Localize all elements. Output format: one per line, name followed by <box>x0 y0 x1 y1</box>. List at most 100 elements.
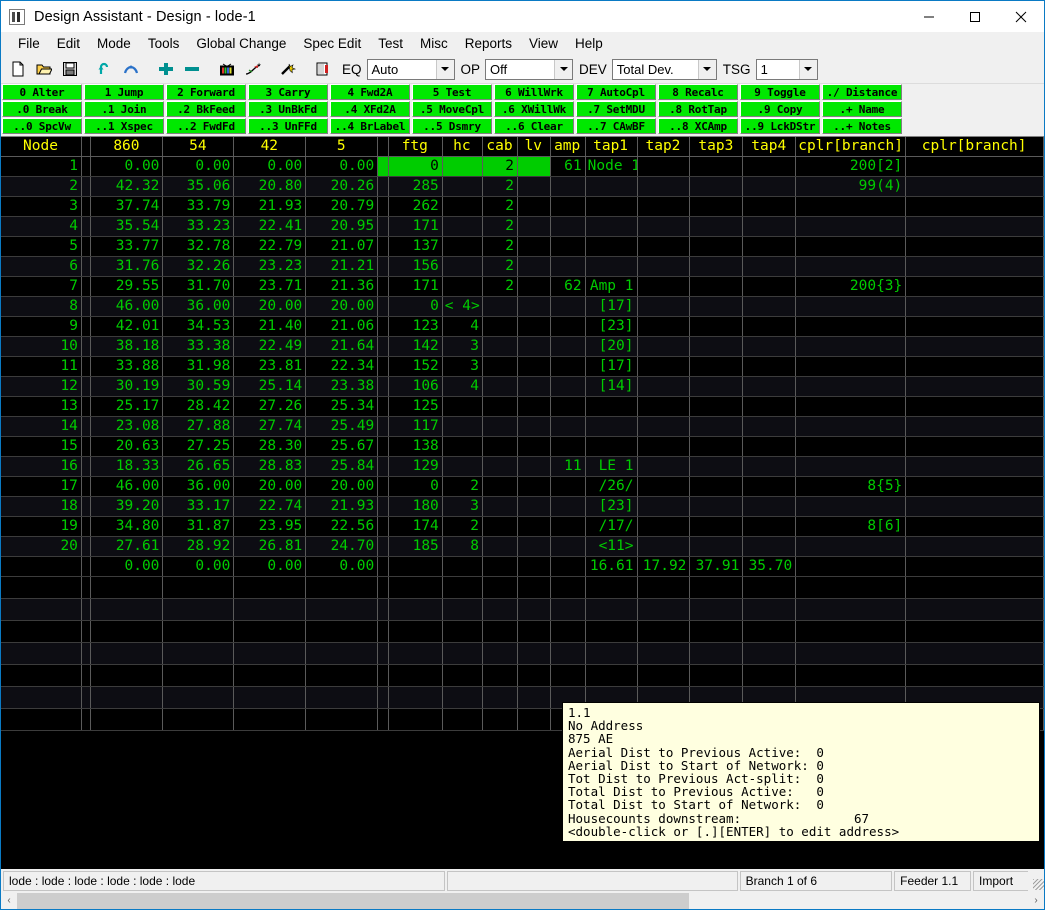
cell-amp[interactable] <box>550 376 586 397</box>
cell-empty[interactable] <box>388 598 443 621</box>
cell-860[interactable]: 0.00 <box>90 556 164 577</box>
cell-cplr2[interactable] <box>905 336 1044 357</box>
table-row[interactable]: 7 29.55 31.70 23.71 21.36 171 2 62 Amp 1 200{3} <box>1 276 1044 297</box>
cell-tap1[interactable] <box>585 396 638 417</box>
cell-860[interactable]: 33.88 <box>90 356 164 377</box>
cell-tap1[interactable]: /26/ <box>585 476 638 497</box>
col-header-cab[interactable]: cab <box>482 137 518 157</box>
cell-empty[interactable] <box>637 577 691 599</box>
cell-tap4[interactable] <box>742 376 797 397</box>
table-row[interactable]: 2 42.32 35.06 20.80 20.26 285 2 99(4) <box>1 176 1044 197</box>
cell-empty[interactable] <box>377 664 389 687</box>
cell-cab[interactable] <box>482 536 518 557</box>
cell-tap2[interactable] <box>637 436 691 457</box>
col-header-tap3[interactable]: tap3 <box>689 137 744 157</box>
cell-42[interactable]: 21.40 <box>233 316 307 337</box>
cell-cplr2[interactable] <box>905 236 1044 257</box>
cell-tap1[interactable]: [17] <box>585 296 638 317</box>
table-row[interactable]: 4 35.54 33.23 22.41 20.95 171 2 <box>1 216 1044 237</box>
cell-tap3[interactable] <box>689 336 744 357</box>
cell-node[interactable] <box>1 556 82 577</box>
cell-lv[interactable] <box>517 336 551 357</box>
cell-node[interactable]: 2 <box>1 176 82 197</box>
table-row-empty[interactable] <box>1 598 1044 621</box>
cell-hc[interactable]: 8 <box>442 536 484 557</box>
cell-tap3[interactable] <box>689 196 744 217</box>
cell-lv[interactable] <box>517 456 551 477</box>
cell-tap4[interactable] <box>742 336 797 357</box>
cell-cplr1[interactable] <box>795 336 907 357</box>
cell-5[interactable]: 25.67 <box>305 436 379 457</box>
chevron-down-icon[interactable] <box>798 59 817 79</box>
cell-tap2[interactable] <box>637 316 691 337</box>
fkey-1-xspec[interactable]: ..1 Xspec <box>84 118 164 134</box>
fkey-4-fwd2a[interactable]: 4 Fwd2A <box>330 84 410 100</box>
cell-empty[interactable] <box>689 577 744 599</box>
tv-monitor-icon[interactable] <box>215 57 239 81</box>
cell-tap3[interactable] <box>689 416 744 437</box>
cell-42[interactable]: 0.00 <box>233 556 307 577</box>
cell-empty[interactable] <box>233 577 307 599</box>
cell-cplr2[interactable] <box>905 416 1044 437</box>
cell-42[interactable]: 22.74 <box>233 496 307 517</box>
cell-empty[interactable] <box>482 686 518 709</box>
menu-item-mode[interactable]: Mode <box>89 36 140 51</box>
cell-cab[interactable] <box>482 316 518 337</box>
cell-860[interactable]: 18.33 <box>90 456 164 477</box>
cell-cab[interactable]: 2 <box>482 216 518 237</box>
cell-empty[interactable] <box>517 664 551 687</box>
cell-42[interactable]: 23.71 <box>233 276 307 297</box>
tsg-dropdown[interactable]: 1 <box>755 58 818 80</box>
table-row[interactable]: 18 39.20 33.17 22.74 21.93 180 3 [23] <box>1 496 1044 517</box>
cell-54[interactable]: 27.25 <box>162 436 235 457</box>
cell-node[interactable]: 17 <box>1 476 82 497</box>
cell-860[interactable]: 25.17 <box>90 396 164 417</box>
cell-54[interactable]: 31.70 <box>162 276 235 297</box>
col-header-54[interactable]: 54 <box>162 137 235 157</box>
menu-item-tools[interactable]: Tools <box>140 36 189 51</box>
cell-5[interactable]: 25.84 <box>305 456 379 477</box>
cell-54[interactable]: 0.00 <box>162 556 235 577</box>
cell-cplr2[interactable] <box>905 536 1044 557</box>
cell-cab[interactable] <box>482 356 518 377</box>
cell-hc[interactable] <box>442 256 484 277</box>
cell-empty[interactable] <box>742 577 797 599</box>
cell-tap1[interactable]: 16.61 <box>585 556 638 577</box>
cell-860[interactable]: 23.08 <box>90 416 164 437</box>
cell-42[interactable]: 22.41 <box>233 216 307 237</box>
cell-tap3[interactable] <box>689 436 744 457</box>
cell-hc[interactable] <box>442 276 484 297</box>
cell-node[interactable]: 19 <box>1 516 82 537</box>
cell-860[interactable]: 38.18 <box>90 336 164 357</box>
cell-empty[interactable] <box>162 577 235 599</box>
add-plus-icon[interactable] <box>154 57 178 81</box>
cell-empty[interactable] <box>905 598 1044 621</box>
cell-5[interactable]: 24.70 <box>305 536 379 557</box>
table-row[interactable]: 17 46.00 36.00 20.00 20.00 0 2/26/8{5} <box>1 476 1044 497</box>
cell-amp[interactable] <box>550 476 586 497</box>
cell-54[interactable]: 27.88 <box>162 416 235 437</box>
cell-empty[interactable] <box>442 642 484 665</box>
menu-item-misc[interactable]: Misc <box>412 36 457 51</box>
cell-54[interactable]: 33.23 <box>162 216 235 237</box>
cell-cab[interactable] <box>482 476 518 497</box>
cell-42[interactable]: 0.00 <box>233 156 307 177</box>
cell-cplr1[interactable] <box>795 316 907 337</box>
menu-item-reports[interactable]: Reports <box>457 36 521 51</box>
cell-lv[interactable] <box>517 476 551 497</box>
cell-5[interactable]: 21.93 <box>305 496 379 517</box>
cell-cplr1[interactable] <box>795 496 907 517</box>
new-document-icon[interactable] <box>6 57 30 81</box>
cell-empty[interactable] <box>377 708 389 731</box>
col-header-cplr2[interactable]: cplr[branch] <box>905 137 1044 157</box>
cell-ftg[interactable]: 156 <box>388 256 443 277</box>
cell-cplr1[interactable] <box>795 436 907 457</box>
cell-54[interactable]: 28.42 <box>162 396 235 417</box>
minimize-button[interactable] <box>906 1 952 32</box>
cell-54[interactable]: 33.38 <box>162 336 235 357</box>
fkey-2-fwdfd[interactable]: ..2 FwdFd <box>166 118 246 134</box>
cell-amp[interactable] <box>550 236 586 257</box>
design-grid-area[interactable]: Node 860 54 42 5 ftg hc cab lv amp tap1 … <box>1 136 1044 869</box>
cell-ftg[interactable]: 0 <box>388 156 443 177</box>
cell-empty[interactable] <box>905 664 1044 687</box>
